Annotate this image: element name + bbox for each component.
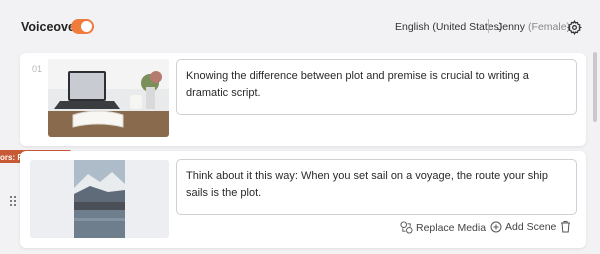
scene-number: 01 — [32, 64, 43, 74]
trash-icon — [561, 221, 570, 233]
delete-scene-button[interactable] — [560, 220, 574, 233]
gear-icon[interactable] — [567, 20, 582, 35]
voice-selector[interactable]: Jenny (Female) — [497, 21, 570, 33]
voiceover-toggle[interactable] — [71, 19, 94, 34]
plus-circle-icon — [490, 221, 502, 233]
toggle-knob — [81, 21, 92, 32]
drag-handle-icon[interactable] — [9, 195, 17, 207]
scene-thumbnail-harbor[interactable] — [30, 160, 169, 238]
scene-script-input[interactable]: Knowing the difference between plot and … — [176, 59, 577, 115]
scene-card-2[interactable]: 02 Think about it this way: When you set… — [20, 151, 586, 248]
replace-media-label: Replace Media — [416, 221, 487, 234]
header-divider — [488, 19, 489, 33]
replace-media-icon — [400, 221, 413, 234]
voice-gender: (Female) — [528, 21, 571, 33]
scene-script-input[interactable]: Think about it this way: When you set sa… — [176, 159, 577, 215]
voiceover-header: Voiceover English (United States) Jenny(… — [0, 0, 600, 52]
replace-media-button[interactable]: Replace Media — [400, 221, 486, 234]
scene-card-1[interactable]: 01 Knowing the difference between plot a… — [20, 53, 586, 146]
add-scene-label: Add Scene — [505, 221, 557, 233]
voice-name: Jenny — [497, 21, 526, 33]
add-scene-button[interactable]: Add Scene — [490, 221, 556, 233]
scene-thumbnail-laptop[interactable] — [48, 59, 169, 137]
scrollbar[interactable] — [593, 52, 597, 122]
language-selector[interactable]: English (United States) — [395, 21, 502, 33]
